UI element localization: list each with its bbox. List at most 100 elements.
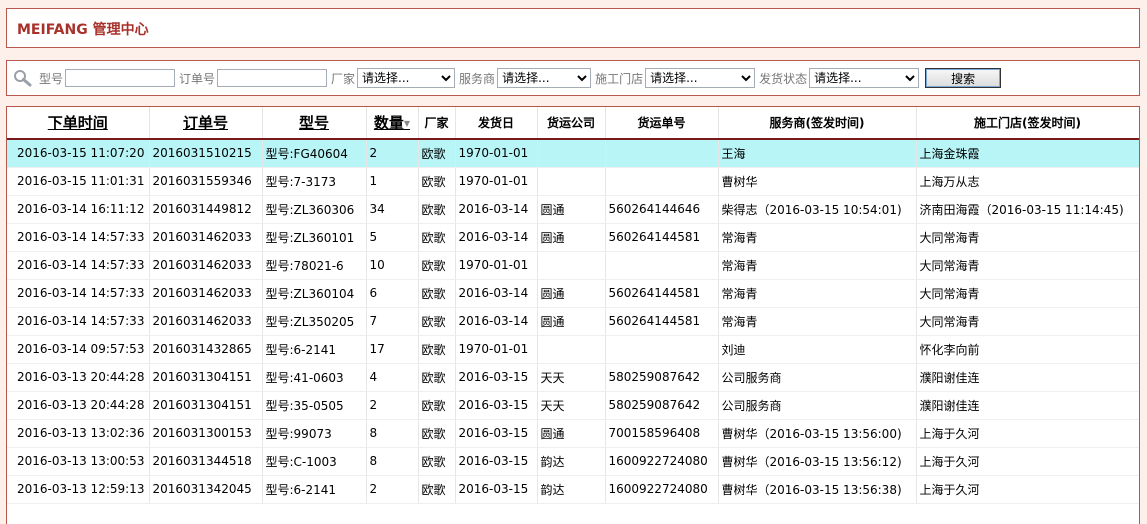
cell-tracking: 580259087642	[605, 391, 719, 420]
cell-model: 型号:6-2141	[262, 475, 367, 504]
cell-factory: 欧歌	[418, 419, 456, 448]
cell-carrier: 天天	[537, 363, 606, 392]
store-select[interactable]: 请选择...	[645, 68, 756, 88]
cell-factory: 欧歌	[418, 475, 456, 504]
cell-carrier: 天天	[537, 391, 606, 420]
table-row[interactable]: 2016-03-14 16:11:12 2016031449812 型号:ZL360…	[7, 195, 1139, 224]
cell-order-time: 2016-03-13 20:44:28	[7, 363, 150, 392]
cell-qty: 2	[366, 475, 419, 504]
cell-carrier: 圆通	[537, 419, 606, 448]
cell-factory: 欧歌	[418, 335, 456, 364]
cell-qty: 2	[366, 139, 419, 168]
cell-service: 常海青	[718, 223, 917, 252]
cell-service: 柴得志（2016-03-15 10:54:01)	[718, 195, 917, 224]
cell-ship-date: 2016-03-15	[455, 391, 538, 420]
cell-order-no: 2016031432865	[149, 335, 263, 364]
cell-store: 上海于久河	[916, 419, 1139, 448]
factory-select[interactable]: 请选择...	[357, 68, 456, 88]
cell-service: 常海青	[718, 251, 917, 280]
cell-service: 王海	[718, 139, 917, 168]
cell-order-time: 2016-03-14 14:57:33	[7, 223, 150, 252]
search-panel: 型号 订单号 厂家 请选择... 服务商 请选择... 施工门店 请选择... …	[6, 60, 1140, 96]
table-row[interactable]: 2016-03-13 20:44:28 2016031304151 型号:41-06…	[7, 363, 1139, 392]
cell-store: 大同常海青	[916, 279, 1139, 308]
cell-tracking: 560264144581	[605, 307, 719, 336]
order-input[interactable]	[217, 69, 328, 87]
header-model[interactable]: 型号	[262, 107, 367, 140]
cell-order-time: 2016-03-15 11:07:20	[7, 139, 150, 168]
table-row[interactable]: 2016-03-15 11:01:31 2016031559346 型号:7-317…	[7, 167, 1139, 196]
cell-carrier: 圆通	[537, 195, 606, 224]
cell-model: 型号:C-1003	[262, 447, 367, 476]
table-row[interactable]: 2016-03-14 14:57:33 2016031462033 型号:ZL350…	[7, 307, 1139, 336]
search-button[interactable]: 搜索	[925, 68, 1002, 88]
cell-factory: 欧歌	[418, 447, 456, 476]
table-row[interactable]: 2016-03-13 20:44:28 2016031304151 型号:35-05…	[7, 391, 1139, 420]
cell-store: 上海于久河	[916, 475, 1139, 504]
model-label: 型号	[39, 71, 64, 86]
cell-order-no: 2016031559346	[149, 167, 263, 196]
cell-store: 济南田海霞（2016-03-15 11:14:45)	[916, 195, 1139, 224]
cell-ship-date: 2016-03-15	[455, 363, 538, 392]
cell-service: 常海青	[718, 307, 917, 336]
cell-factory: 欧歌	[418, 251, 456, 280]
cell-service: 刘迪	[718, 335, 917, 364]
header-order-time[interactable]: 下单时间	[7, 107, 150, 140]
cell-carrier: 圆通	[537, 279, 606, 308]
table-row[interactable]: 2016-03-14 14:57:33 2016031462033 型号:ZL360…	[7, 279, 1139, 308]
cell-qty: 7	[366, 307, 419, 336]
cell-store: 怀化李向前	[916, 335, 1139, 364]
cell-factory: 欧歌	[418, 167, 456, 196]
cell-qty: 1	[366, 167, 419, 196]
cell-store: 濮阳谢佳连	[916, 391, 1139, 420]
cell-ship-date: 2016-03-14	[455, 223, 538, 252]
cell-order-time: 2016-03-14 09:57:53	[7, 335, 150, 364]
table-row[interactable]: 2016-03-15 11:07:20 2016031510215 型号:FG406…	[7, 139, 1139, 168]
service-select[interactable]: 请选择...	[497, 68, 592, 88]
cell-model: 型号:35-0505	[262, 391, 367, 420]
cell-service: 曹树华（2016-03-15 13:56:12)	[718, 447, 917, 476]
model-input[interactable]	[65, 69, 176, 87]
app-title: MEIFANG 管理中心	[17, 22, 149, 38]
cell-qty: 8	[366, 447, 419, 476]
table-row[interactable]: 2016-03-13 13:00:53 2016031344518 型号:C-100…	[7, 447, 1139, 476]
cell-order-time: 2016-03-13 13:00:53	[7, 447, 150, 476]
header-qty-label: 数量	[373, 114, 404, 132]
table-row[interactable]: 2016-03-13 13:02:36 2016031300153 型号:99073…	[7, 419, 1139, 448]
cell-service: 曹树华（2016-03-15 13:56:38)	[718, 475, 917, 504]
cell-order-time: 2016-03-13 20:44:28	[7, 391, 150, 420]
table-row[interactable]: 2016-03-13 12:59:13 2016031342045 型号:6-214…	[7, 475, 1139, 504]
cell-ship-date: 1970-01-01	[455, 335, 538, 364]
table-row[interactable]: 2016-03-14 14:57:33 2016031462033 型号:78021…	[7, 251, 1139, 280]
cell-model: 型号:41-0603	[262, 363, 367, 392]
header-qty[interactable]: 数量▼	[366, 107, 419, 140]
cell-tracking	[605, 139, 719, 168]
header-tracking: 货运单号	[605, 107, 719, 140]
cell-carrier: 圆通	[537, 307, 606, 336]
header-panel: MEIFANG 管理中心	[6, 8, 1140, 48]
cell-tracking: 560264144581	[605, 279, 719, 308]
cell-store: 上海万从志	[916, 167, 1139, 196]
cell-ship-date: 2016-03-14	[455, 279, 538, 308]
cell-order-no: 2016031304151	[149, 391, 263, 420]
cell-model: 型号:ZL360306	[262, 195, 367, 224]
cell-ship-date: 2016-03-15	[455, 475, 538, 504]
cell-order-time: 2016-03-14 14:57:33	[7, 307, 150, 336]
cell-factory: 欧歌	[418, 363, 456, 392]
cell-factory: 欧歌	[418, 307, 456, 336]
factory-label: 厂家	[331, 71, 356, 86]
cell-tracking	[605, 167, 719, 196]
header-order-no[interactable]: 订单号	[149, 107, 263, 140]
cell-model: 型号:99073	[262, 419, 367, 448]
cell-model: 型号:7-3173	[262, 167, 367, 196]
table-row[interactable]: 2016-03-14 14:57:33 2016031462033 型号:ZL360…	[7, 223, 1139, 252]
cell-order-no: 2016031300153	[149, 419, 263, 448]
cell-model: 型号:78021-6	[262, 251, 367, 280]
cell-order-no: 2016031344518	[149, 447, 263, 476]
header-service: 服务商(签发时间)	[718, 107, 917, 140]
cell-tracking: 580259087642	[605, 363, 719, 392]
cell-tracking	[605, 251, 719, 280]
table-row[interactable]: 2016-03-14 09:57:53 2016031432865 型号:6-214…	[7, 335, 1139, 364]
status-select[interactable]: 请选择...	[809, 68, 920, 88]
cell-qty: 2	[366, 391, 419, 420]
